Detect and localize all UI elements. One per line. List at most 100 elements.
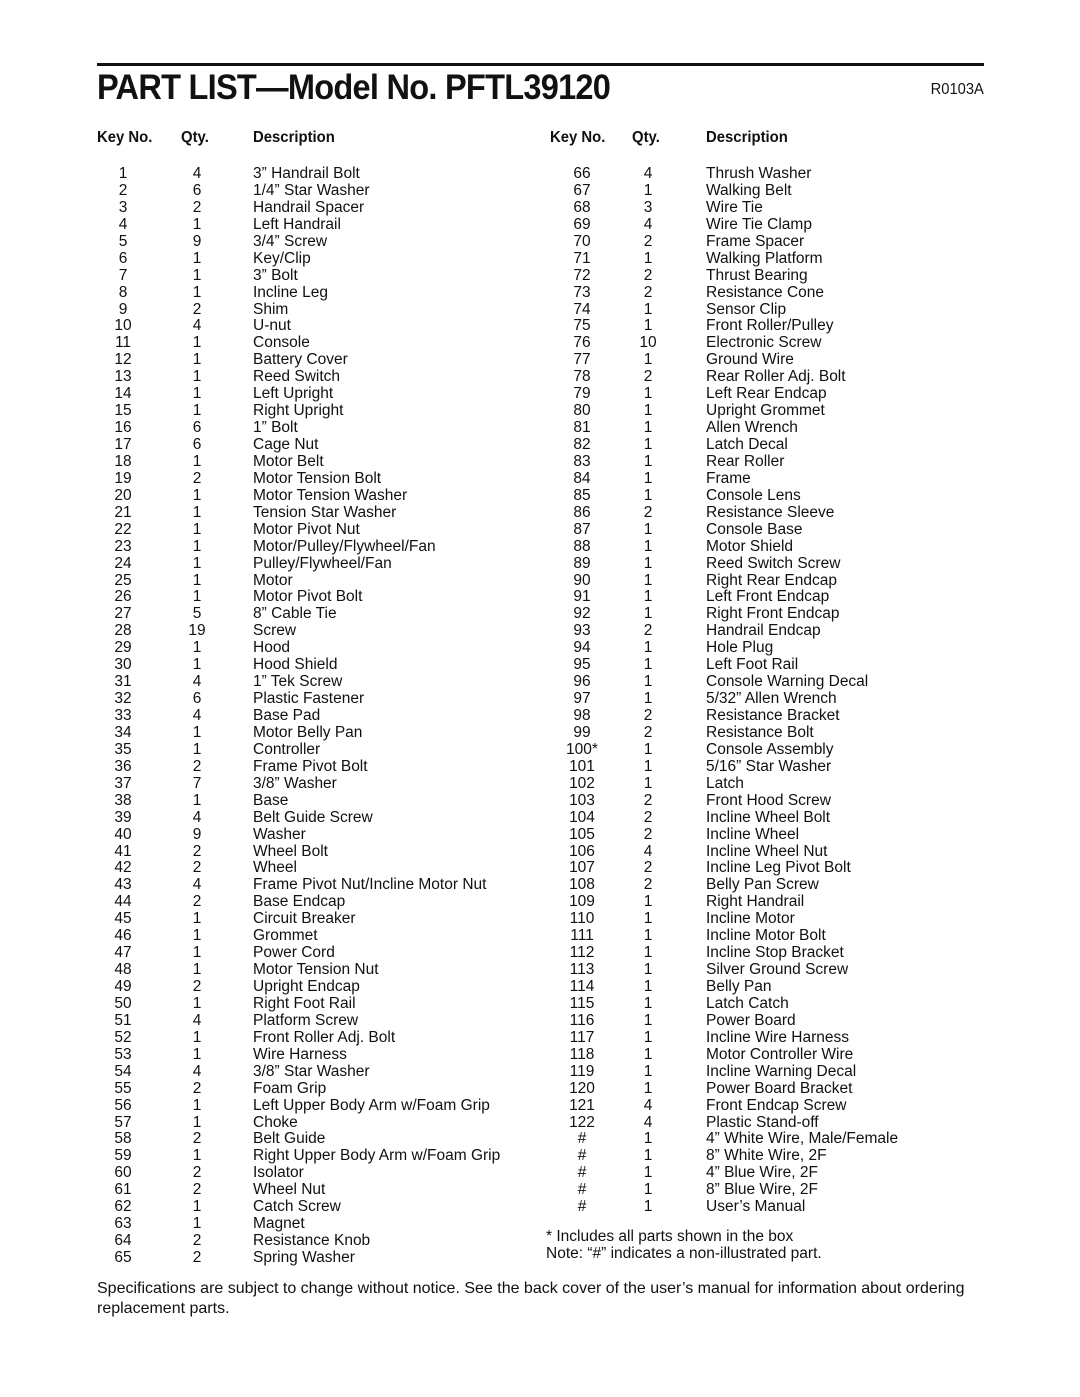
part-qty: 1 bbox=[643, 1198, 653, 1216]
part-qty: 2 bbox=[643, 503, 653, 521]
part-row: 36 2 Frame Pivot Bolt bbox=[97, 758, 537, 775]
part-row: 60 2 Isolator bbox=[97, 1164, 537, 1181]
part-qty: 1 bbox=[643, 1011, 653, 1029]
part-qty: 1 bbox=[643, 740, 653, 758]
part-description: Silver Ground Screw bbox=[706, 961, 849, 979]
part-key-no: 1 bbox=[118, 165, 128, 182]
part-key-no: 116 bbox=[569, 1011, 595, 1029]
part-row: 112 1 Incline Stop Bracket bbox=[550, 944, 990, 961]
part-key-no: 109 bbox=[569, 893, 595, 911]
part-description: Console Warning Decal bbox=[706, 673, 869, 691]
part-key-no: 122 bbox=[569, 1113, 595, 1131]
part-row: 38 1 Base bbox=[97, 792, 537, 809]
part-description: Front Endcap Screw bbox=[706, 1096, 847, 1114]
part-row: 100* 1 Console Assembly bbox=[550, 741, 990, 758]
part-key-no: 68 bbox=[573, 198, 591, 216]
part-key-no: 118 bbox=[569, 1045, 595, 1063]
part-row: 30 1 Hood Shield bbox=[97, 656, 537, 673]
part-row: 108 2 Belly Pan Screw bbox=[550, 876, 990, 893]
part-description: Console Lens bbox=[706, 486, 801, 504]
part-key-no: 41 bbox=[114, 842, 132, 860]
part-description: Right Upright bbox=[253, 402, 344, 420]
part-key-no: 98 bbox=[573, 707, 591, 724]
part-row: 48 1 Motor Tension Nut bbox=[97, 961, 537, 978]
part-row: 91 1 Left Front Endcap bbox=[550, 588, 990, 605]
part-description: Right Foot Rail bbox=[253, 994, 356, 1012]
part-description: Washer bbox=[253, 825, 306, 843]
part-key-no: 99 bbox=[573, 723, 591, 741]
part-qty: 1 bbox=[643, 893, 653, 911]
part-qty: 1 bbox=[192, 1028, 202, 1046]
part-qty: 6 bbox=[192, 436, 202, 453]
column-headers-left: Key No. Qty. Description bbox=[97, 126, 537, 150]
part-description: Resistance Bracket bbox=[706, 707, 840, 724]
part-qty: 1 bbox=[643, 927, 653, 945]
part-row: 3 2 Handrail Spacer bbox=[97, 199, 537, 216]
part-key-no: 63 bbox=[114, 1215, 132, 1233]
part-qty: 1 bbox=[643, 1181, 653, 1199]
part-row: 69 4 Wire Tie Clamp bbox=[550, 216, 990, 233]
part-description: Front Roller/Pulley bbox=[706, 317, 834, 335]
part-key-no: 121 bbox=[569, 1096, 595, 1114]
part-row: 50 1 Right Foot Rail bbox=[97, 995, 537, 1012]
part-description: Rear Roller bbox=[706, 452, 785, 470]
part-key-no: 117 bbox=[569, 1028, 595, 1046]
part-description: Motor Pivot Nut bbox=[253, 520, 360, 538]
part-key-no: 19 bbox=[114, 469, 132, 487]
part-key-no: 70 bbox=[573, 232, 591, 250]
part-row: 28 19 Screw bbox=[97, 622, 537, 639]
part-description: Wire Tie bbox=[706, 198, 763, 216]
part-key-no: 47 bbox=[114, 944, 132, 962]
part-row: 66 4 Thrush Washer bbox=[550, 165, 990, 182]
part-description: User’s Manual bbox=[706, 1198, 806, 1216]
part-qty: 1 bbox=[643, 249, 653, 267]
part-description: Cage Nut bbox=[253, 436, 319, 453]
part-qty: 1 bbox=[192, 520, 202, 538]
part-row: 23 1 Motor/Pulley/Flywheel/Fan bbox=[97, 538, 537, 555]
part-qty: 1 bbox=[643, 436, 653, 453]
part-row: 119 1 Incline Warning Decal bbox=[550, 1063, 990, 1080]
part-key-no: 83 bbox=[573, 452, 591, 470]
part-description: Allen Wrench bbox=[706, 419, 798, 437]
part-qty: 2 bbox=[192, 859, 202, 877]
part-description: Wheel Bolt bbox=[253, 842, 328, 860]
part-qty: 1 bbox=[643, 910, 653, 928]
part-key-no: 76 bbox=[573, 334, 591, 352]
part-description: Grommet bbox=[253, 927, 318, 945]
part-qty: 1 bbox=[643, 1062, 653, 1080]
part-key-no: 91 bbox=[573, 588, 591, 606]
part-qty: 2 bbox=[192, 300, 202, 318]
qty-header: Qty. bbox=[181, 129, 209, 146]
part-row: 25 1 Motor bbox=[97, 572, 537, 589]
part-key-no: 100* bbox=[566, 740, 598, 758]
part-row: 114 1 Belly Pan bbox=[550, 978, 990, 995]
part-row: 62 1 Catch Screw bbox=[97, 1198, 537, 1215]
part-key-no: 49 bbox=[114, 978, 132, 995]
part-key-no: 69 bbox=[573, 215, 591, 233]
part-key-no: 38 bbox=[114, 791, 132, 809]
part-row: 15 1 Right Upright bbox=[97, 402, 537, 419]
part-row: 113 1 Silver Ground Screw bbox=[550, 961, 990, 978]
part-key-no: 111 bbox=[570, 927, 594, 945]
part-description: Hood Shield bbox=[253, 656, 338, 674]
part-description: Motor Tension Bolt bbox=[253, 469, 382, 487]
part-description: Motor Belly Pan bbox=[253, 723, 363, 741]
part-description: Plastic Fastener bbox=[253, 690, 365, 708]
part-qty: 2 bbox=[192, 842, 202, 860]
part-row: 118 1 Motor Controller Wire bbox=[550, 1046, 990, 1063]
part-key-no: 59 bbox=[114, 1147, 132, 1165]
part-description: Base Endcap bbox=[253, 893, 346, 911]
part-row: 116 1 Power Board bbox=[550, 1012, 990, 1029]
part-qty: 1 bbox=[192, 927, 202, 945]
part-description: Circuit Breaker bbox=[253, 910, 356, 928]
part-description: Hood bbox=[253, 639, 291, 657]
part-key-no: 32 bbox=[114, 690, 132, 708]
part-row: 35 1 Controller bbox=[97, 741, 537, 758]
part-description: 1/4” Star Washer bbox=[253, 181, 370, 199]
part-qty: 1 bbox=[643, 757, 653, 775]
part-row: 86 2 Resistance Sleeve bbox=[550, 504, 990, 521]
part-description: Incline Wheel bbox=[706, 825, 800, 843]
part-description: 8” Cable Tie bbox=[253, 605, 337, 623]
part-row: 55 2 Foam Grip bbox=[97, 1080, 537, 1097]
part-key-no: 52 bbox=[114, 1028, 132, 1046]
